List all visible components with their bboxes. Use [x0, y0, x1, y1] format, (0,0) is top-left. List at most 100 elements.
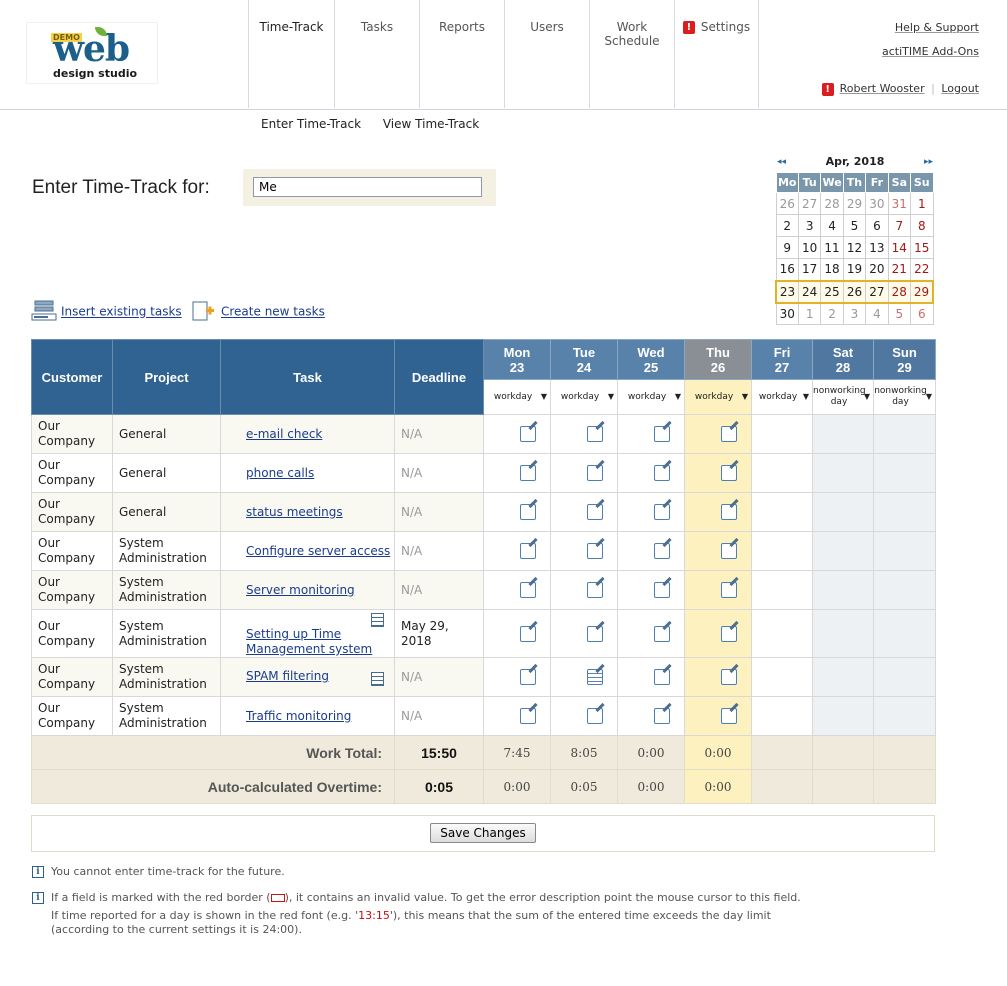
calendar-next-icon[interactable]: ▸▸	[924, 154, 933, 170]
time-entry-cell[interactable]	[550, 570, 618, 610]
time-entry-cell[interactable]	[550, 453, 618, 493]
time-entry-cell[interactable]	[550, 609, 618, 658]
task-link[interactable]: Traffic monitoring	[246, 709, 351, 724]
comment-edit-icon[interactable]	[587, 625, 603, 642]
calendar-day[interactable]: 20	[865, 258, 889, 281]
task-link[interactable]: e-mail check	[246, 427, 322, 442]
time-entry-cell[interactable]	[617, 570, 685, 610]
time-entry-cell[interactable]	[617, 657, 685, 697]
day-type-select[interactable]: workday ▼	[617, 379, 685, 415]
comment-edit-icon[interactable]	[654, 669, 670, 685]
day-type-select[interactable]: workday ▼	[483, 379, 551, 415]
user-selector-input[interactable]	[253, 177, 482, 197]
logout-link[interactable]: Logout	[941, 82, 979, 95]
time-entry-cell[interactable]	[684, 609, 752, 658]
time-entry-cell[interactable]	[684, 414, 752, 454]
calendar-day[interactable]: 31	[887, 192, 912, 215]
comment-edit-icon[interactable]	[520, 504, 536, 520]
task-link[interactable]: Setting up Time Management system	[246, 627, 376, 657]
calendar-day[interactable]: 26	[842, 279, 867, 304]
calendar-day[interactable]: 3	[797, 214, 822, 237]
nav-tab-time-track[interactable]: Time-Track	[248, 0, 334, 108]
comment-edit-icon[interactable]	[721, 426, 737, 442]
time-entry-cell[interactable]	[684, 570, 752, 610]
subnav-view-time-track[interactable]: View Time-Track	[383, 117, 479, 131]
time-entry-cell[interactable]	[483, 531, 551, 571]
nav-tab-reports[interactable]: Reports	[419, 0, 504, 108]
comment-edit-icon[interactable]	[520, 582, 536, 598]
comment-edit-icon[interactable]	[721, 625, 737, 642]
time-entry-cell[interactable]	[684, 453, 752, 493]
calendar-day[interactable]: 4	[820, 214, 844, 237]
time-entry-cell[interactable]	[483, 570, 551, 610]
nav-tab-tasks[interactable]: Tasks	[334, 0, 419, 108]
comment-edit-icon[interactable]	[654, 504, 670, 520]
calendar-day[interactable]: 5	[887, 302, 912, 325]
calendar-day[interactable]: 10	[797, 236, 822, 259]
addons-link[interactable]: actiTIME Add-Ons	[882, 45, 979, 58]
calendar-day[interactable]: 11	[820, 236, 844, 259]
time-entry-cell[interactable]	[483, 414, 551, 454]
calendar-day[interactable]: 8	[910, 214, 934, 237]
comment-edit-icon[interactable]	[520, 426, 536, 442]
calendar-day[interactable]: 5	[842, 214, 867, 237]
calendar-day[interactable]: 29	[842, 192, 867, 215]
time-entry-cell[interactable]	[550, 657, 618, 697]
comment-edit-icon[interactable]	[520, 669, 536, 685]
save-changes-button[interactable]: Save Changes	[430, 823, 536, 843]
time-entry-cell[interactable]	[483, 492, 551, 532]
comment-edit-icon[interactable]	[587, 708, 603, 724]
user-name-link[interactable]: Robert Wooster	[840, 82, 925, 95]
calendar-day[interactable]: 24	[797, 279, 822, 304]
header-task[interactable]: Task	[220, 339, 395, 415]
calendar-day[interactable]: 4	[865, 302, 889, 325]
comment-edit-icon[interactable]	[721, 708, 737, 724]
nav-tab-users[interactable]: Users	[504, 0, 589, 108]
comment-edit-icon[interactable]	[654, 543, 670, 559]
task-link[interactable]: phone calls	[246, 466, 314, 481]
calendar-day[interactable]: 28	[820, 192, 844, 215]
time-entry-cell[interactable]	[550, 492, 618, 532]
task-link[interactable]: Server monitoring	[246, 583, 355, 598]
create-new-tasks[interactable]: Create new tasks	[191, 300, 325, 324]
task-link[interactable]: Configure server access	[246, 544, 390, 559]
calendar-day[interactable]: 18	[820, 258, 844, 281]
comment-edit-icon[interactable]	[587, 465, 603, 481]
comment-edit-icon[interactable]	[587, 504, 603, 520]
insert-existing-tasks[interactable]: Insert existing tasks	[31, 300, 182, 324]
time-entry-cell[interactable]	[550, 696, 618, 736]
calendar-day[interactable]: 7	[887, 214, 912, 237]
calendar-day[interactable]: 25	[820, 279, 844, 304]
comment-edit-icon[interactable]	[654, 426, 670, 442]
comment-edit-icon[interactable]	[520, 708, 536, 724]
time-entry-cell[interactable]	[684, 657, 752, 697]
time-entry-cell[interactable]	[684, 492, 752, 532]
calendar-day[interactable]: 6	[910, 302, 934, 325]
create-new-tasks-link[interactable]: Create new tasks	[221, 305, 325, 319]
calendar-day[interactable]: 2	[820, 302, 844, 325]
day-type-select[interactable]: workday ▼	[550, 379, 618, 415]
task-link[interactable]: SPAM filtering	[246, 669, 329, 684]
day-type-select[interactable]: nonworking day ▼	[873, 379, 936, 415]
task-description-icon[interactable]	[371, 671, 384, 686]
time-entry-cell[interactable]	[617, 531, 685, 571]
calendar-day[interactable]: 9	[775, 236, 799, 259]
time-entry-cell[interactable]	[483, 657, 551, 697]
time-entry-cell[interactable]	[617, 414, 685, 454]
comment-edit-icon[interactable]	[721, 669, 737, 685]
calendar-day[interactable]: 26	[775, 192, 799, 215]
comment-edit-icon[interactable]	[520, 625, 536, 642]
comment-edit-icon[interactable]	[721, 465, 737, 481]
calendar-day[interactable]: 15	[910, 236, 934, 259]
time-entry-cell[interactable]	[617, 696, 685, 736]
calendar-day[interactable]: 21	[887, 258, 912, 281]
calendar-day[interactable]: 29	[910, 279, 935, 304]
calendar-day[interactable]: 30	[775, 302, 799, 325]
header-deadline[interactable]: Deadline	[394, 339, 484, 415]
comment-edit-icon[interactable]	[520, 543, 536, 559]
company-logo[interactable]: web DEMO design studio	[26, 22, 158, 84]
calendar-day[interactable]: 27	[797, 192, 822, 215]
time-entry-cell[interactable]	[684, 696, 752, 736]
day-type-select[interactable]: workday ▼	[684, 379, 752, 415]
comment-edit-icon[interactable]	[721, 582, 737, 598]
